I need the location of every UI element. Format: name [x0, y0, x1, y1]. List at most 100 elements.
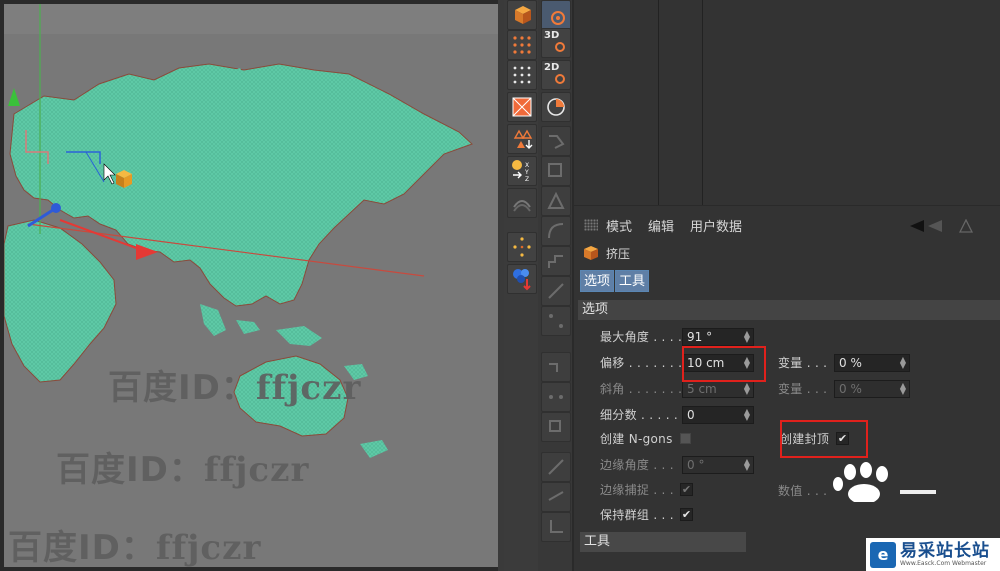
svg-text:Z: Z [525, 176, 529, 183]
africa-mesh [4, 219, 117, 383]
disabled-tool-12[interactable] [541, 482, 571, 512]
column-divider [702, 0, 703, 205]
gray-pen-icon [548, 283, 564, 299]
spinner-icon: ▲ ▼ [743, 457, 750, 472]
back-arrow-icon [910, 220, 924, 232]
3d-viewport[interactable]: 百度ID：ffjczr 百度ID：ffjczr 百度ID：ffjczr [4, 4, 498, 567]
disabled-tool-9[interactable] [541, 382, 571, 412]
variance-1-field[interactable]: 0 % ▲ ▼ [834, 354, 910, 372]
deform-tool-button[interactable] [507, 188, 537, 218]
scatter-dots-icon [513, 237, 531, 257]
disabled-tool-3[interactable] [541, 186, 571, 216]
pie-segment-icon [547, 98, 565, 116]
column-divider [658, 0, 659, 205]
gray-knife-icon [548, 491, 564, 501]
tool-palette-right: 3D 2D [538, 0, 572, 571]
scatter-points-button[interactable] [507, 232, 537, 262]
tab-tools[interactable]: 工具 [615, 270, 650, 292]
dot-grid-orange-icon [513, 36, 531, 54]
disabled-tool-7[interactable] [541, 306, 571, 336]
highlight-offset [682, 346, 766, 382]
object-title: 挤压 [582, 244, 630, 262]
edge-angle-field[interactable]: 0 ° ▲ ▼ [682, 456, 754, 474]
disabled-tool-8[interactable] [541, 352, 571, 382]
grip-handle-icon[interactable] [584, 219, 598, 231]
pie-tool-button[interactable] [541, 92, 571, 122]
tab-options[interactable]: 选项 [580, 270, 615, 292]
spinner-icon: ▲ ▼ [743, 381, 750, 396]
extrude-icon [515, 6, 531, 24]
gray-dots-icon [549, 395, 563, 399]
islands-mesh [200, 304, 226, 336]
spinner-icon: ▲ ▼ [899, 381, 906, 396]
spinner-icon: ▲ ▼ [899, 355, 906, 370]
align-xyz-button[interactable]: XYZ [507, 156, 537, 186]
paw-watermark-icon [833, 462, 936, 502]
spline-2d-button[interactable]: 2D [541, 60, 571, 90]
forward-arrow-icon [928, 220, 942, 232]
menu-user-data[interactable]: 用户数据 [690, 216, 742, 235]
gray-steps-icon [548, 255, 563, 268]
spline-gear-icon [551, 11, 565, 25]
gray-line-icon [548, 459, 564, 475]
disabled-tool-6[interactable] [541, 276, 571, 306]
y-axis-handle [8, 88, 20, 106]
section-header-options[interactable]: 选项 [578, 300, 1000, 320]
object-manager[interactable] [574, 0, 1000, 205]
menu-mode[interactable]: 模式 [606, 216, 632, 235]
array-grid-button[interactable] [507, 30, 537, 60]
spline-tool-button[interactable] [541, 0, 571, 30]
attribute-manager: 模式 编辑 用户数据 挤压 选项 工具 选项 最大角度 . . . . 91 °… [574, 206, 1000, 571]
disabled-tool-10[interactable] [541, 412, 571, 442]
svg-text:Y: Y [524, 169, 529, 176]
spheres-arrow-icon [513, 269, 531, 291]
edge-snap-checkbox[interactable]: ✔ [680, 483, 693, 496]
triangles-arrow-icon [513, 129, 533, 149]
section-header-tools[interactable]: 工具 [580, 532, 746, 552]
disabled-tool-2[interactable] [541, 156, 571, 186]
watermark-3: 百度ID：ffjczr [8, 528, 262, 567]
disabled-tool-11[interactable] [541, 452, 571, 482]
disabled-tool-4[interactable] [541, 216, 571, 246]
disabled-tool-13[interactable] [541, 512, 571, 542]
bevel-field[interactable]: 5 cm ▲ ▼ [682, 380, 754, 398]
highlight-create-caps [780, 420, 868, 458]
point-grid-button[interactable] [507, 60, 537, 90]
gray-curve-icon [548, 223, 564, 239]
gray-square-icon [548, 163, 562, 177]
extrude-tool-button[interactable] [507, 0, 537, 30]
brand-url: Www.Easck.Com Webmaster [900, 559, 987, 567]
gray-tool-icon [549, 135, 565, 149]
menu-edit[interactable]: 编辑 [648, 216, 674, 235]
spline-3d-button[interactable]: 3D [541, 28, 571, 58]
mesh-square-icon [512, 97, 532, 117]
deform-icon [513, 200, 531, 212]
triangulate-button[interactable] [507, 124, 537, 154]
create-ngons-checkbox[interactable] [680, 433, 691, 444]
horizon-band [4, 4, 498, 34]
disabled-tool-5[interactable] [541, 246, 571, 276]
extrude-object-icon [584, 246, 598, 260]
spheres-drop-button[interactable] [507, 264, 537, 294]
gray-corner-icon [550, 520, 563, 533]
brand-logo-icon: e [870, 541, 896, 568]
disabled-tool-1[interactable] [541, 126, 571, 156]
subdivision-field[interactable]: 0 ▲ ▼ [682, 406, 754, 424]
keep-groups-checkbox[interactable]: ✔ [680, 508, 693, 521]
history-nav-arrows [910, 219, 974, 233]
brand-name: 易采站长站 [900, 540, 990, 561]
max-angle-field[interactable]: 91 ° ▲ ▼ [682, 328, 754, 346]
gray-triangle-icon [547, 191, 565, 209]
spline-2d-icon [555, 74, 565, 84]
watermark-1: 百度ID：ffjczr [108, 368, 362, 408]
watermark-2: 百度ID：ffjczr [56, 450, 310, 490]
tool-palette-left: XYZ [504, 0, 538, 571]
variance-2-field[interactable]: 0 % ▲ ▼ [834, 380, 910, 398]
up-arrow-icon [958, 219, 974, 233]
attribute-tabs: 选项 工具 [580, 270, 650, 292]
gray-nodes-icon [549, 314, 563, 328]
spline-3d-icon [555, 42, 565, 52]
svg-text:X: X [525, 162, 529, 169]
polygon-reduce-button[interactable] [507, 92, 537, 122]
attribute-menu-bar: 模式 编辑 用户数据 [574, 212, 1000, 238]
